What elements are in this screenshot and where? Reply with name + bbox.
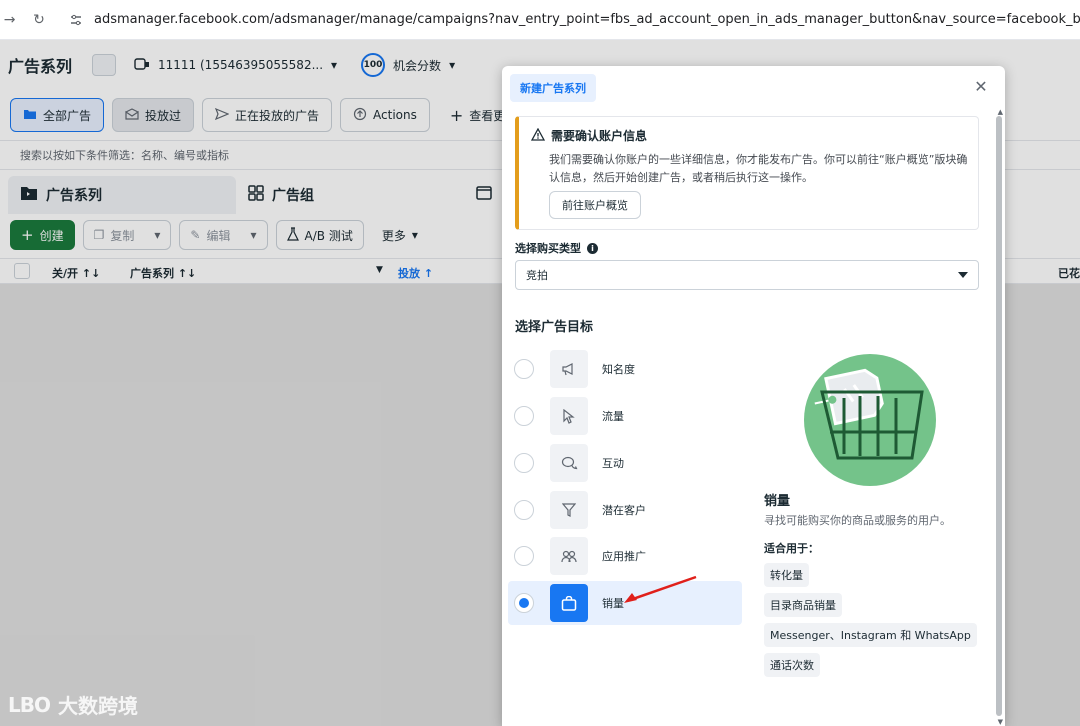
objective-awareness[interactable]: 知名度 bbox=[508, 347, 742, 391]
objective-title: 选择广告目标 bbox=[515, 320, 594, 335]
megaphone-icon bbox=[550, 350, 588, 388]
sales-illustration bbox=[804, 354, 936, 486]
buy-type-value: 竞拍 bbox=[526, 269, 548, 282]
warning-icon bbox=[530, 127, 546, 144]
objective-app-promotion[interactable]: 应用推广 bbox=[508, 534, 742, 578]
buy-type-select[interactable]: 竞拍 bbox=[515, 260, 979, 290]
objective-leads[interactable]: 潜在客户 bbox=[508, 488, 742, 532]
chip-messaging-apps: Messenger、Instagram 和 WhatsApp bbox=[764, 623, 977, 647]
shopping-bag-icon bbox=[550, 584, 588, 622]
suited-for-title: 适合用于： bbox=[764, 542, 819, 555]
objective-radio[interactable] bbox=[514, 453, 534, 473]
buy-type-label: 选择购买类型 bbox=[515, 242, 581, 255]
scroll-down-icon[interactable]: ▼ bbox=[998, 718, 1003, 726]
chip-conversions: 转化量 bbox=[764, 563, 809, 587]
objective-detail-description: 寻找可能购买你的商品或服务的用户。 bbox=[764, 514, 951, 527]
watermark-logo: LBO bbox=[8, 692, 51, 717]
objective-radio[interactable] bbox=[514, 500, 534, 520]
objective-engagement[interactable]: 互动 bbox=[508, 441, 742, 485]
alert-title: 需要确认账户信息 bbox=[551, 129, 648, 143]
objective-radio-selected[interactable] bbox=[514, 593, 534, 613]
chip-calls: 通话次数 bbox=[764, 653, 820, 677]
cursor-icon bbox=[550, 397, 588, 435]
objective-traffic[interactable]: 流量 bbox=[508, 394, 742, 438]
people-icon bbox=[550, 537, 588, 575]
watermark-text: 大数跨境 bbox=[58, 694, 138, 718]
browser-address-bar: → ↻ adsmanager.facebook.com/adsmanager/m… bbox=[0, 0, 1080, 40]
chat-bubbles-icon bbox=[550, 444, 588, 482]
red-arrow-annotation bbox=[624, 575, 697, 603]
watermark: LBO 大数跨境 bbox=[8, 690, 138, 719]
site-settings-icon[interactable] bbox=[67, 10, 86, 30]
scrollbar[interactable] bbox=[996, 116, 1002, 716]
back-arrow-icon[interactable]: → bbox=[0, 10, 19, 30]
funnel-icon bbox=[550, 491, 588, 529]
account-verification-alert: 需要确认账户信息 我们需要确认你账户的一些详细信息，你才能发布广告。你可以前往“… bbox=[515, 116, 979, 230]
objective-radio[interactable] bbox=[514, 546, 534, 566]
go-to-account-overview-button[interactable]: 前往账户概览 bbox=[549, 191, 641, 219]
info-icon[interactable]: i bbox=[587, 242, 598, 254]
url-field[interactable]: adsmanager.facebook.com/adsmanager/manag… bbox=[94, 12, 1080, 27]
objective-radio[interactable] bbox=[514, 359, 534, 379]
caret-down-icon bbox=[958, 272, 968, 278]
new-campaign-dialog: 新建广告系列 ✕ ▲ ▼ 需要确认账户信息 我们需要确认你账户的一些详细信息，你… bbox=[502, 66, 1005, 726]
chip-catalog-sales: 目录商品销量 bbox=[764, 593, 842, 617]
alert-body: 我们需要确认你账户的一些详细信息，你才能发布广告。你可以前往“账户概览”版块确认… bbox=[549, 153, 968, 184]
objective-radio[interactable] bbox=[514, 406, 534, 426]
reload-icon[interactable]: ↻ bbox=[29, 10, 48, 30]
close-icon[interactable]: ✕ bbox=[973, 77, 989, 96]
dialog-tab-new-campaign[interactable]: 新建广告系列 bbox=[510, 74, 596, 102]
objective-detail-title: 销量 bbox=[764, 494, 791, 509]
scroll-up-icon[interactable]: ▲ bbox=[998, 108, 1003, 116]
